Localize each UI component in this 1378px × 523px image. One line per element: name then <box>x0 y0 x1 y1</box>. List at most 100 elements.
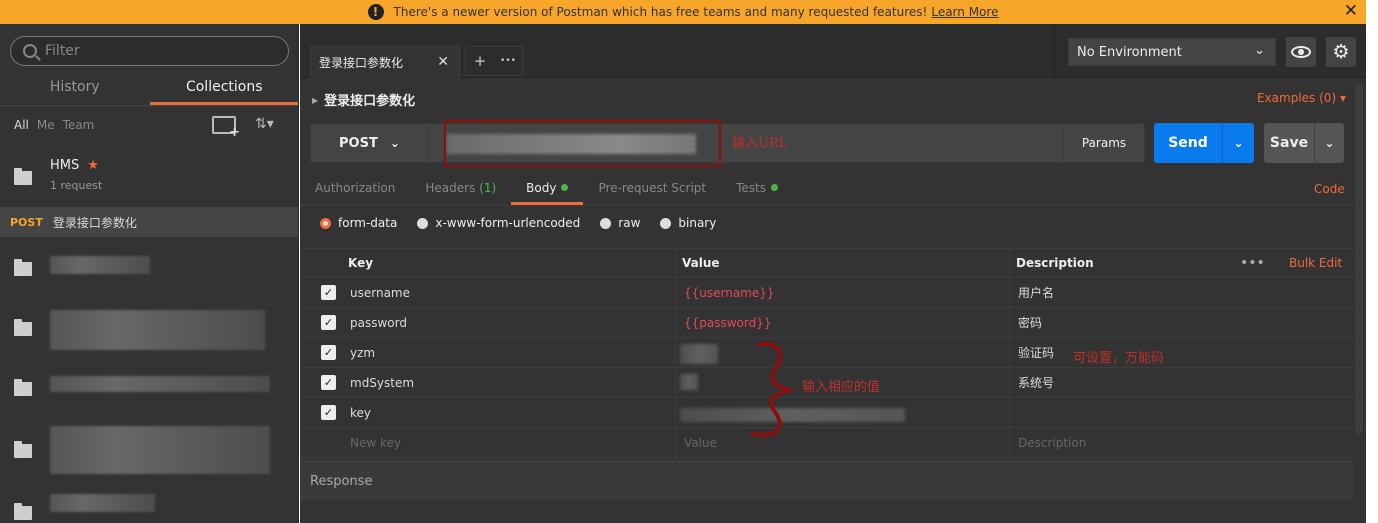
tab-label: Authorization <box>315 181 396 195</box>
row-checkbox[interactable]: ✓ <box>321 405 336 420</box>
save-button[interactable]: Save ⌄ <box>1264 123 1344 163</box>
new-collection-icon[interactable] <box>212 116 240 140</box>
environment-quick-look-button[interactable] <box>1286 37 1316 67</box>
tab-label: Pre-request Script <box>598 181 707 195</box>
divider <box>300 205 1353 206</box>
tab-history[interactable]: History <box>0 74 150 105</box>
close-banner-icon[interactable]: ✕ <box>1344 1 1358 21</box>
new-key-input[interactable]: New key <box>350 428 401 458</box>
brace-annotation <box>751 341 795 437</box>
request-tabs: Authorization Headers (1) Body Pre-reque… <box>300 174 1353 205</box>
filter-all[interactable]: All <box>14 118 29 132</box>
eye-icon <box>1291 46 1311 58</box>
sort-icon[interactable]: ⇅▾ <box>255 116 274 132</box>
tab-collections[interactable]: Collections <box>149 74 298 105</box>
request-method-badge: POST <box>10 215 43 229</box>
radio-label: raw <box>618 216 641 230</box>
description-cell[interactable]: 密码 <box>1018 308 1042 338</box>
filter-team[interactable]: Team <box>63 118 95 132</box>
sidebar-tabs: History Collections <box>0 74 298 106</box>
save-dropdown-icon[interactable]: ⌄ <box>1314 123 1344 163</box>
chevron-down-icon: ⌄ <box>389 136 400 150</box>
chevron-down-icon: ⌄ <box>1254 43 1265 58</box>
more-tabs-icon[interactable]: ••• <box>494 56 522 66</box>
value-annotation: 输入相应的值 <box>802 380 881 395</box>
yzm-annotation: 可设置，万能码 <box>1073 351 1165 366</box>
tab-pre-request-script[interactable]: Pre-request Script <box>583 174 721 205</box>
url-bar: POST ⌄ Params <box>310 123 1145 163</box>
update-banner: ! There's a newer version of Postman whi… <box>0 0 1366 24</box>
request-title-text: 登录接口参数化 <box>324 94 416 109</box>
status-dot <box>771 184 778 191</box>
value-cell[interactable]: {{password}} <box>684 308 772 338</box>
send-label: Send <box>1168 135 1208 151</box>
folder-icon <box>14 319 32 336</box>
tab-tests[interactable]: Tests <box>721 174 793 205</box>
key-cell[interactable]: password <box>350 308 407 338</box>
radio-form-data[interactable]: form-data <box>320 216 397 230</box>
new-value-input[interactable]: Value <box>684 428 717 458</box>
expand-triangle-icon[interactable]: ▶ <box>312 96 318 105</box>
blurred-value <box>680 374 698 390</box>
collection-item-hms[interactable]: HMS ★ 1 request <box>0 146 298 206</box>
url-annotation-box <box>444 120 721 167</box>
column-key: Key <box>348 256 374 270</box>
request-title[interactable]: ▶ 登录接口参数化 <box>312 90 415 109</box>
learn-more-link[interactable]: Learn More <box>931 5 998 19</box>
table-row: ✓ yzm 验证码 <box>300 338 1353 368</box>
collection-name: HMS <box>50 158 80 173</box>
filter-me[interactable]: Me <box>37 118 55 132</box>
description-cell[interactable]: 验证码 <box>1018 338 1054 368</box>
tab-headers[interactable]: Headers (1) <box>410 174 511 205</box>
star-icon[interactable]: ★ <box>87 158 99 173</box>
params-button[interactable]: Params <box>1063 124 1144 162</box>
scrollbar[interactable] <box>1355 84 1363 434</box>
key-cell[interactable]: username <box>350 278 410 308</box>
radio-icon <box>417 217 429 229</box>
method-select[interactable]: POST ⌄ <box>311 124 429 162</box>
row-checkbox[interactable]: ✓ <box>321 345 336 360</box>
close-tab-icon[interactable]: ✕ <box>437 54 449 70</box>
row-checkbox[interactable]: ✓ <box>321 375 336 390</box>
row-checkbox[interactable]: ✓ <box>321 315 336 330</box>
radio-binary[interactable]: binary <box>660 216 716 230</box>
tab-body[interactable]: Body <box>511 174 584 205</box>
form-data-table: Key Value Description ••• Bulk Edit ✓ us… <box>300 248 1353 460</box>
description-cell[interactable]: 系统号 <box>1018 368 1054 398</box>
tab-authorization[interactable]: Authorization <box>300 174 410 205</box>
add-tab-button[interactable]: + <box>466 52 494 70</box>
status-dot <box>561 184 569 191</box>
filter-input[interactable]: Filter <box>10 36 289 66</box>
examples-dropdown[interactable]: Examples (0) ▾ <box>1257 91 1346 105</box>
row-checkbox[interactable]: ✓ <box>321 285 336 300</box>
send-dropdown-icon[interactable]: ⌄ <box>1222 123 1254 163</box>
new-description-input[interactable]: Description <box>1018 428 1086 458</box>
caret-down-icon: ▾ <box>1339 91 1346 105</box>
owner-filter: All Me Team <box>14 118 94 132</box>
radio-label: form-data <box>338 216 398 230</box>
bulk-edit-link[interactable]: Bulk Edit <box>1289 248 1342 278</box>
sidebar-request-item[interactable]: POST 登录接口参数化 <box>0 207 298 237</box>
search-icon <box>23 44 37 58</box>
request-tab[interactable]: 登录接口参数化 ✕ <box>310 46 460 78</box>
key-cell[interactable]: key <box>350 398 371 428</box>
more-options-icon[interactable]: ••• <box>1240 248 1265 278</box>
settings-button[interactable]: ⚙ <box>1326 37 1356 67</box>
code-link[interactable]: Code <box>1314 182 1345 196</box>
folder-icon <box>14 259 32 276</box>
radio-label: binary <box>678 216 717 230</box>
radio-raw[interactable]: raw <box>600 216 640 230</box>
divider <box>1054 24 1055 78</box>
send-button[interactable]: Send ⌄ <box>1154 123 1254 163</box>
value-cell[interactable]: {{username}} <box>684 278 775 308</box>
environment-select[interactable]: No Environment ⌄ <box>1068 38 1276 66</box>
description-cell[interactable]: 用户名 <box>1018 278 1054 308</box>
key-cell[interactable]: yzm <box>350 338 375 368</box>
banner-message: There's a newer version of Postman which… <box>393 5 928 19</box>
tab-actions: + ••• <box>465 46 523 76</box>
tab-label: Tests <box>736 181 766 195</box>
request-tab-label: 登录接口参数化 <box>319 56 404 70</box>
key-cell[interactable]: mdSystem <box>350 368 414 398</box>
blurred-collection <box>50 494 155 512</box>
radio-urlencoded[interactable]: x-www-form-urlencoded <box>417 216 580 230</box>
